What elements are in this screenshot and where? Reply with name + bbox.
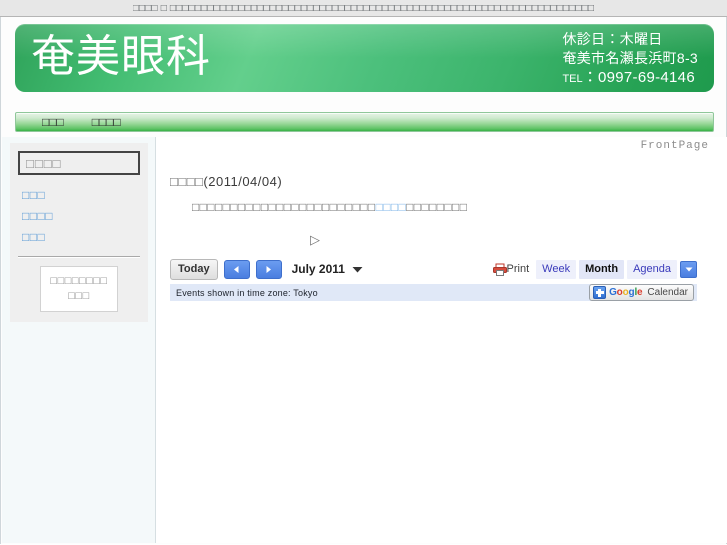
calendar-status-bar: Events shown in time zone: Tokyo Google … (170, 284, 697, 301)
nav-item-1[interactable]: □□□ (42, 115, 64, 129)
sidebar-info-card[interactable]: □□□□□□□□ □□□ (40, 266, 118, 312)
nav-item-2[interactable]: □□□□ (92, 115, 121, 129)
breadcrumb[interactable]: FrontPage (170, 137, 713, 152)
plus-icon (593, 286, 607, 299)
google-letter-1: G (609, 287, 617, 298)
sidebar: □□□□ □□□ □□□□ □□□ □□□□□□□□ □□□ (2, 137, 156, 543)
clinic-info-block: 休診日：木曜日 奄美市名瀬長浜町8-3 TEL：0997-69-4146 (562, 30, 698, 89)
sidebar-item-1[interactable]: □□□ (22, 185, 140, 206)
clinic-tel-line: TEL：0997-69-4146 (562, 68, 698, 89)
chevron-right-icon (266, 265, 272, 273)
print-button[interactable]: Print (492, 263, 530, 276)
chevron-down-icon (685, 267, 692, 271)
sidebar-item-3[interactable]: □□□ (22, 227, 140, 248)
browser-title-text: □□□□ □ □□□□□□□□□□□□□□□□□□□□□□□□□□□□□□□□□… (132, 2, 595, 14)
period-chevron-down-icon[interactable] (352, 262, 363, 276)
article-inline-link[interactable]: □□□□ (376, 200, 407, 214)
sidebar-card-line-2: □□□ (68, 290, 90, 302)
calendar-period-label: July 2011 (291, 262, 345, 276)
article-text-before-link: □□□□□□□□□□□□□□□□□□□□□□□□ (192, 200, 376, 214)
content-columns: □□□□ □□□ □□□□ □□□ □□□□□□□□ □□□ FrontPage… (2, 137, 727, 543)
tab-agenda[interactable]: Agenda (627, 259, 677, 279)
tab-month[interactable]: Month (579, 259, 625, 279)
tel-separator: ： (582, 69, 598, 86)
play-triangle-icon: ▷ (310, 232, 320, 247)
sidebar-divider (18, 256, 140, 258)
clinic-address-text: 奄美市名瀬長浜町8-3 (562, 50, 698, 66)
calendar-toolbar: Today July 2011 Print Week Month Agenda (170, 256, 697, 282)
google-calendar-embed: Today July 2011 Print Week Month Agenda … (170, 256, 697, 301)
tel-number: 0997-69-4146 (597, 69, 695, 86)
site-title: 奄美眼科 (31, 32, 211, 81)
site-header: 奄美眼科 休診日：木曜日 奄美市名瀬長浜町8-3 TEL：0997-69-414… (15, 24, 714, 92)
article-heading: □□□□(2011/04/04) (170, 174, 713, 189)
article-text-after-link: □□□□□□□□ (406, 200, 468, 214)
printer-icon (492, 263, 507, 276)
tel-label: TEL (562, 73, 583, 85)
main-content: FrontPage □□□□(2011/04/04) □□□□□□□□□□□□□… (156, 137, 727, 543)
sidebar-card-line-1: □□□□□□□□ (50, 275, 108, 287)
print-label: Print (506, 263, 530, 275)
today-button[interactable]: Today (170, 258, 218, 280)
sidebar-item-2[interactable]: □□□□ (22, 206, 140, 227)
next-month-button[interactable] (255, 259, 282, 279)
previous-month-button[interactable] (223, 259, 250, 279)
article-paragraph: □□□□□□□□□□□□□□□□□□□□□□□□□□□□□□□□□□□□ (170, 198, 713, 216)
timezone-text: Events shown in time zone: Tokyo (176, 287, 318, 298)
article-heading-date: (2011/04/04) (203, 174, 283, 189)
google-wordmark: Google (609, 287, 643, 298)
sidebar-panel: □□□□ □□□ □□□□ □□□ □□□□□□□□ □□□ (10, 143, 148, 322)
tab-week[interactable]: Week (536, 259, 577, 279)
sidebar-link-list: □□□ □□□□ □□□ (18, 185, 140, 248)
closed-day-text: 休診日：木曜日 (562, 31, 663, 47)
more-views-dropdown-button[interactable] (680, 260, 697, 278)
google-letter-6: e (637, 287, 643, 298)
search-input[interactable]: □□□□ (18, 151, 140, 175)
calendar-wordmark: Calendar (647, 287, 688, 298)
google-calendar-badge[interactable]: Google Calendar (589, 284, 694, 301)
browser-title-bar: □□□□ □ □□□□□□□□□□□□□□□□□□□□□□□□□□□□□□□□□… (0, 0, 727, 17)
main-navigation-bar: □□□ □□□□ (15, 112, 714, 132)
chevron-left-icon (234, 265, 239, 273)
article-heading-label: □□□□ (170, 174, 204, 189)
page-frame: 奄美眼科 休診日：木曜日 奄美市名瀬長浜町8-3 TEL：0997-69-414… (0, 17, 727, 544)
